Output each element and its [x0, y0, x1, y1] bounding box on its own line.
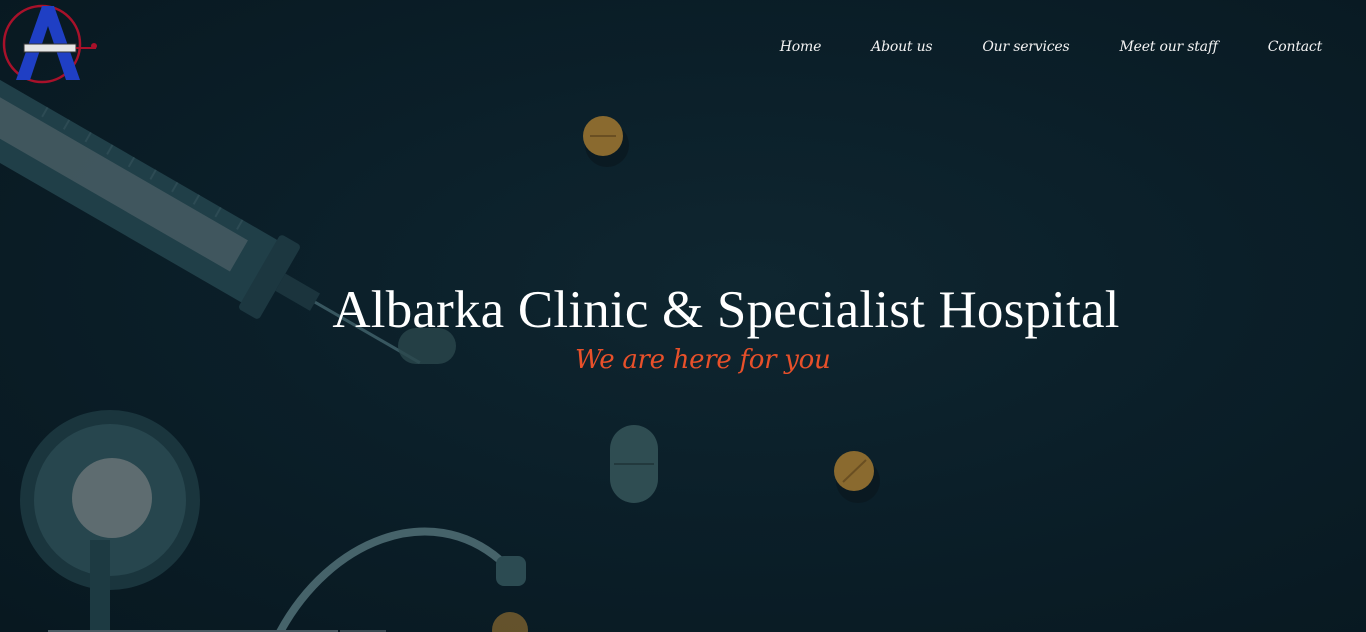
nav-about-us[interactable]: About us — [871, 36, 932, 58]
main-nav: Home About us Our services Meet our staf… — [730, 36, 1322, 58]
nav-our-services[interactable]: Our services — [982, 36, 1069, 58]
syringe-illustration — [0, 79, 421, 364]
hero-title: Albarka Clinic & Specialist Hospital — [332, 281, 1120, 339]
clinic-logo-icon[interactable] — [2, 0, 100, 90]
hero-tagline: We are here for you — [575, 345, 831, 375]
hero-section: Home About us Our services Meet our staf… — [0, 0, 1366, 632]
nav-home[interactable]: Home — [780, 36, 822, 58]
stethoscope-illustration — [20, 410, 526, 632]
nav-meet-our-staff[interactable]: Meet our staff — [1120, 36, 1218, 58]
nav-contact[interactable]: Contact — [1268, 36, 1322, 58]
